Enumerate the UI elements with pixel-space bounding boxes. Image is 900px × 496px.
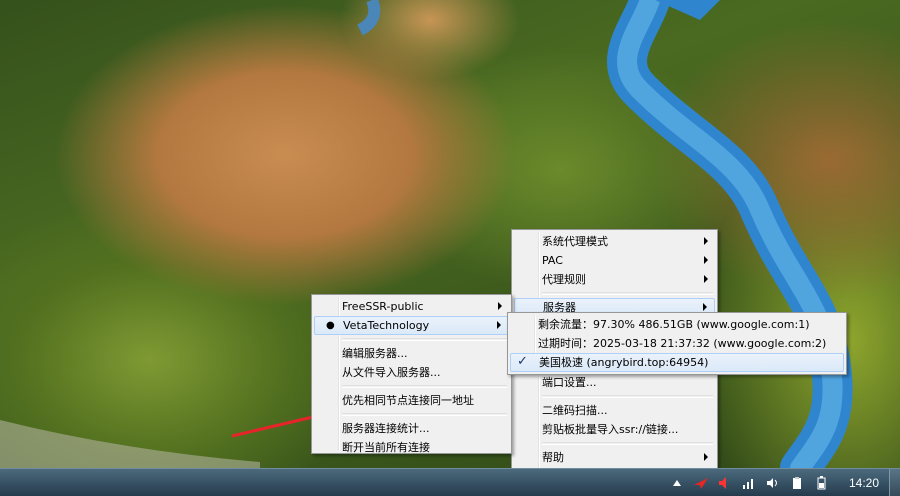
server-list-submenu: 剩余流量：97.30% 486.51GB (www.google.com:1) …	[507, 312, 847, 375]
menu-item-system-proxy-mode[interactable]: 系统代理模式	[514, 232, 715, 251]
checkmark-icon: ✓	[517, 354, 528, 369]
submenu-arrow-icon	[498, 302, 502, 310]
menu-separator	[542, 395, 713, 398]
menu-item-connection-stats[interactable]: 服务器连接统计...	[314, 419, 509, 438]
volume-icon[interactable]	[765, 475, 781, 491]
menu-item-edit-servers[interactable]: 编辑服务器...	[314, 344, 509, 363]
menu-item-clipboard-import[interactable]: 剪贴板批量导入ssr://链接...	[514, 420, 715, 439]
menu-separator	[542, 292, 713, 295]
menu-item-pac[interactable]: PAC	[514, 251, 715, 270]
menu-separator	[342, 413, 507, 416]
menu-item-remaining-traffic[interactable]: 剩余流量：97.30% 486.51GB (www.google.com:1)	[510, 315, 844, 334]
submenu-arrow-icon	[704, 256, 708, 264]
menu-item-label: 二维码扫描...	[542, 404, 608, 417]
menu-item-label: 从文件导入服务器...	[342, 366, 441, 379]
submenu-arrow-icon	[497, 321, 501, 329]
menu-item-label: VetaTechnology	[343, 319, 430, 332]
menu-item-label: 服务器连接统计...	[342, 422, 430, 435]
taskbar: 14:20	[0, 468, 900, 496]
ssr-paper-plane-icon[interactable]	[693, 475, 709, 491]
menu-separator	[542, 442, 713, 445]
menu-separator	[342, 338, 507, 341]
menu-item-label: 剪贴板批量导入ssr://链接...	[542, 423, 679, 436]
menu-item-label: 优先相同节点连接同一地址	[342, 394, 474, 407]
menu-item-label: FreeSSR-public	[342, 300, 424, 313]
menu-item-label: 美国极速 (angrybird.top:64954)	[539, 356, 709, 369]
menu-item-label: 剩余流量：97.30% 486.51GB (www.google.com:1)	[538, 318, 810, 331]
taskbar-clock[interactable]: 14:20	[839, 476, 889, 490]
menu-item-expiry-time[interactable]: 过期时间：2025-03-18 21:37:32 (www.google.com…	[510, 334, 844, 353]
show-desktop-button[interactable]	[889, 469, 900, 496]
battery-icon[interactable]	[813, 475, 829, 491]
selected-bullet-icon: ●	[326, 320, 335, 331]
menu-item-freessr-public[interactable]: FreeSSR-public	[314, 297, 509, 316]
menu-item-label: 系统代理模式	[542, 235, 608, 248]
menu-item-disconnect-all[interactable]: 断开当前所有连接	[314, 438, 509, 457]
up-arrow-icon[interactable]	[669, 475, 685, 491]
speaker-mute-icon[interactable]	[717, 475, 733, 491]
menu-item-same-node-same-address[interactable]: 优先相同节点连接同一地址	[314, 391, 509, 410]
menu-item-import-from-file[interactable]: 从文件导入服务器...	[314, 363, 509, 382]
menu-item-label: PAC	[542, 254, 563, 267]
clipboard-icon[interactable]	[789, 475, 805, 491]
menu-item-proxy-rules[interactable]: 代理规则	[514, 270, 715, 289]
menu-item-vetatechnology[interactable]: ● VetaTechnology	[314, 316, 509, 335]
menu-item-label: 断开当前所有连接	[342, 441, 430, 454]
menu-item-qrcode-scan[interactable]: 二维码扫描...	[514, 401, 715, 420]
menu-item-label: 编辑服务器...	[342, 347, 408, 360]
server-group-submenu: FreeSSR-public ● VetaTechnology 编辑服务器... …	[311, 294, 512, 454]
menu-item-server-us-fast[interactable]: ✓ 美国极速 (angrybird.top:64954)	[510, 353, 844, 372]
menu-item-port-settings[interactable]: 端口设置...	[514, 373, 715, 392]
system-tray: 14:20	[665, 469, 900, 496]
signal-icon[interactable]	[741, 475, 757, 491]
submenu-arrow-icon	[704, 237, 708, 245]
menu-item-label: 过期时间：2025-03-18 21:37:32 (www.google.com…	[538, 337, 827, 350]
menu-separator	[342, 385, 507, 388]
menu-item-label: 端口设置...	[542, 376, 597, 389]
menu-item-help[interactable]: 帮助	[514, 448, 715, 467]
submenu-arrow-icon	[704, 453, 708, 461]
submenu-arrow-icon	[703, 303, 707, 311]
menu-item-label: 代理规则	[542, 273, 586, 286]
submenu-arrow-icon	[704, 275, 708, 283]
menu-item-label: 帮助	[542, 451, 564, 464]
